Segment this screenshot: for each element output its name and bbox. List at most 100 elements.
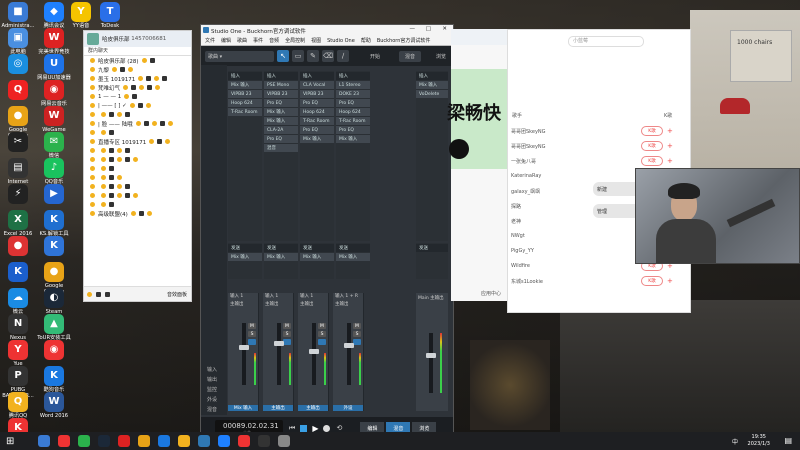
- pencil-tool-icon[interactable]: ✎: [307, 50, 319, 62]
- app-center-link[interactable]: 应用中心: [481, 290, 501, 297]
- insert-slot[interactable]: Hoop 624: [300, 107, 334, 116]
- taskbar-app-icon[interactable]: [178, 435, 191, 447]
- menu-item[interactable]: 视图: [311, 37, 321, 44]
- k-song-button[interactable]: K歌: [641, 126, 663, 136]
- notification-icon[interactable]: ▤: [784, 436, 792, 445]
- desktop-icon[interactable]: ◐ Steam: [36, 288, 72, 315]
- paint-tool-icon[interactable]: ∕: [337, 50, 349, 62]
- insert-slot[interactable]: Pro EQ: [336, 125, 370, 134]
- tab-browse[interactable]: 浏览: [436, 53, 446, 60]
- desktop-icon[interactable]: ■ Administra...: [0, 2, 36, 29]
- desktop-icon[interactable]: ◎: [0, 54, 36, 75]
- insert-slot[interactable]: Hoop 624: [228, 98, 262, 107]
- channel-input[interactable]: 输入 1 + R: [335, 293, 358, 299]
- menu-item[interactable]: Studio One: [327, 38, 355, 44]
- chat-list-item[interactable]: [84, 164, 191, 173]
- solo-button[interactable]: S: [353, 331, 361, 337]
- menu-item[interactable]: 歌曲: [237, 37, 247, 44]
- desktop-icon[interactable]: ●: [0, 236, 36, 257]
- chat-bubble[interactable]: 管理: [593, 204, 641, 218]
- insert-slot[interactable]: DOKE 23: [336, 89, 370, 98]
- mute-button[interactable]: M: [283, 323, 291, 329]
- channel-fader[interactable]: [344, 343, 354, 348]
- mixer-channel[interactable]: 输入 1 主输出 M S 主输出: [298, 293, 329, 411]
- insert-slot[interactable]: T-Rac Room: [300, 116, 334, 125]
- taskbar-app-icon[interactable]: [138, 435, 151, 447]
- chat-list-item[interactable]: 高级联盟(4): [84, 209, 191, 218]
- channel-output[interactable]: 主输出: [300, 301, 314, 307]
- insert-slot[interactable]: CLA-2A: [264, 125, 298, 134]
- chat-list-item[interactable]: [84, 200, 191, 209]
- insert-slot[interactable]: Mix 输入: [336, 134, 370, 143]
- record-arm-button[interactable]: [318, 339, 326, 345]
- taskbar-app-icon[interactable]: [258, 435, 271, 447]
- channel-output[interactable]: 主输出: [335, 301, 349, 307]
- studio-one-window[interactable]: Studio One - Buckhorn官方调试软件 — □ ✕ 文件 编辑 歌曲…: [200, 24, 454, 440]
- panel-label[interactable]: 监控: [207, 385, 217, 395]
- insert-slot[interactable]: Mix 输入: [264, 107, 298, 116]
- panel-label[interactable]: 输出: [207, 375, 217, 385]
- range-tool-icon[interactable]: ▭: [292, 50, 304, 62]
- chat-list-item[interactable]: [84, 155, 191, 164]
- start-button[interactable]: ⊞: [6, 436, 14, 447]
- menu-item[interactable]: 事件: [253, 37, 263, 44]
- chat-list-item[interactable]: 墨玉 1019171: [84, 74, 191, 83]
- taskbar-app-icon[interactable]: [98, 435, 111, 447]
- chat-list-item[interactable]: 直播专区 1019171: [84, 137, 191, 146]
- desktop-icon[interactable]: Q: [0, 80, 36, 101]
- taskbar-app-icon[interactable]: [58, 435, 71, 447]
- sound-panel-button[interactable]: 音效面板: [167, 291, 187, 298]
- chat-list-item[interactable]: [84, 173, 191, 182]
- send-slot[interactable]: Mix 输入: [300, 252, 334, 261]
- insert-slot[interactable]: 混音: [264, 143, 298, 152]
- desktop-icon[interactable]: ▶: [36, 184, 72, 205]
- desktop-icon[interactable]: ▣ 此电脑: [0, 28, 36, 55]
- menu-item[interactable]: 全局控制: [285, 37, 305, 44]
- desktop-icon[interactable]: W Word 2016: [36, 392, 72, 419]
- menu-item[interactable]: 帮助: [361, 37, 371, 44]
- desktop-icon[interactable]: ✉ 微信: [36, 132, 72, 159]
- chat-list-item[interactable]: [84, 110, 191, 119]
- tab-mix[interactable]: 混音: [399, 50, 422, 62]
- minimize-button[interactable]: —: [410, 26, 416, 32]
- taskbar-app-icon[interactable]: [278, 435, 291, 447]
- insert-slot[interactable]: PSE Mono: [264, 80, 298, 89]
- taskbar-app-icon[interactable]: [118, 435, 131, 447]
- insert-slot[interactable]: Mix 输入: [416, 80, 448, 89]
- chat-list-item[interactable]: 1 — — 1: [84, 92, 191, 101]
- insert-slot[interactable]: Pro EQ: [300, 125, 334, 134]
- master-fader[interactable]: [426, 353, 436, 358]
- desktop-icon[interactable]: T ToDesk: [92, 2, 128, 29]
- desktop-icon[interactable]: K 酷狗音乐: [36, 366, 72, 393]
- menu-item[interactable]: Buckhorn官方调试软件: [377, 37, 431, 44]
- chat-list-item[interactable]: | —— [ ] ✓: [84, 101, 191, 110]
- add-icon[interactable]: +: [667, 277, 673, 285]
- add-icon[interactable]: +: [667, 127, 673, 135]
- loop-icon[interactable]: ⟲: [336, 424, 342, 432]
- insert-slot[interactable]: VIPBB 23: [264, 89, 298, 98]
- insert-slot[interactable]: Pro EQ: [264, 98, 298, 107]
- song-dropdown[interactable]: 歌曲 ▾: [205, 50, 274, 62]
- desktop-icon[interactable]: K KS.解锁工具: [36, 210, 72, 237]
- k-song-button[interactable]: K歌: [641, 141, 663, 151]
- chat-input-bar[interactable]: 音效面板: [84, 286, 191, 301]
- taskbar-app-icon[interactable]: [78, 435, 91, 447]
- maximize-button[interactable]: □: [426, 26, 431, 32]
- chat-member-list[interactable]: 哈皮俱乐部 (28) 九黎 墨玉 1019171 梵唯幻气 1 — — 1 | —— [ …: [84, 56, 191, 218]
- mute-button[interactable]: M: [318, 323, 326, 329]
- k-song-button[interactable]: K歌: [641, 276, 663, 286]
- channel-input[interactable]: 输入 1: [230, 293, 243, 299]
- add-icon[interactable]: +: [667, 157, 673, 165]
- menu-item[interactable]: 文件: [205, 37, 215, 44]
- chat-list-item[interactable]: [84, 146, 191, 155]
- emoji-icon[interactable]: [87, 291, 92, 297]
- taskbar-app-icon[interactable]: [38, 435, 51, 447]
- chat-tab[interactable]: 群内聊天: [84, 47, 191, 56]
- music-app-panel[interactable]: 梁畅快 应用中心: [447, 29, 512, 301]
- menu-item[interactable]: 音频: [269, 37, 279, 44]
- chat-list-item[interactable]: 哈皮俱乐部 (28): [84, 56, 191, 65]
- desktop-icon[interactable]: ◉ 网易云音乐: [36, 80, 72, 107]
- chat-list-item[interactable]: | 脸 —— 陆哦: [84, 119, 191, 128]
- add-icon[interactable]: +: [667, 142, 673, 150]
- taskbar-app-icon[interactable]: [218, 435, 231, 447]
